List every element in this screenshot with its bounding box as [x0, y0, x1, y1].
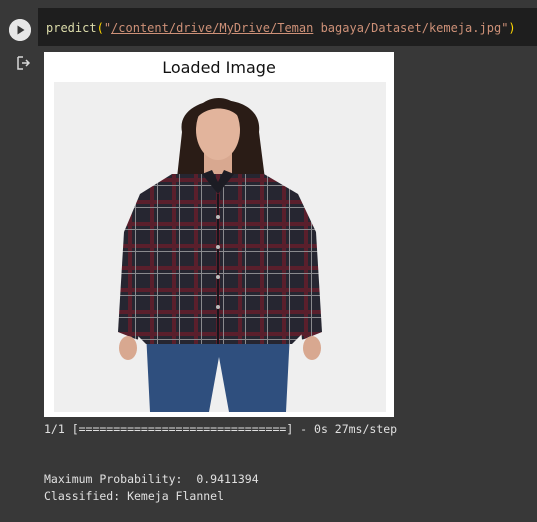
code-function-name: predict — [46, 21, 97, 35]
code-path-rest: bagaya/Dataset/kemeja.jpg — [313, 21, 502, 35]
matplotlib-figure: Loaded Image — [44, 52, 394, 417]
code-line: predict("/content/drive/MyDrive/Teman ba… — [46, 20, 516, 36]
probability-output: Maximum Probability: 0.9411394 — [44, 472, 259, 486]
code-cell: predict("/content/drive/MyDrive/Teman ba… — [0, 8, 537, 46]
run-cell-button[interactable] — [9, 19, 31, 41]
loaded-image — [54, 82, 386, 412]
output-redirect-icon[interactable] — [15, 55, 31, 71]
code-close-paren: ) — [508, 21, 516, 35]
classified-output: Classified: Kemeja Flannel — [44, 489, 225, 503]
photo-illustration — [54, 82, 386, 412]
code-path-link[interactable]: /content/drive/MyDrive/Teman — [111, 21, 313, 35]
code-quote-open: " — [103, 21, 112, 35]
play-icon — [9, 19, 31, 41]
figure-title: Loaded Image — [162, 58, 276, 77]
code-editor[interactable]: predict("/content/drive/MyDrive/Teman ba… — [38, 8, 537, 46]
progress-output: 1/1 [==============================] - 0… — [44, 422, 398, 436]
cell-output: Loaded Image 1/1 [======================… — [0, 46, 537, 522]
code-open-paren: ( — [96, 21, 104, 35]
